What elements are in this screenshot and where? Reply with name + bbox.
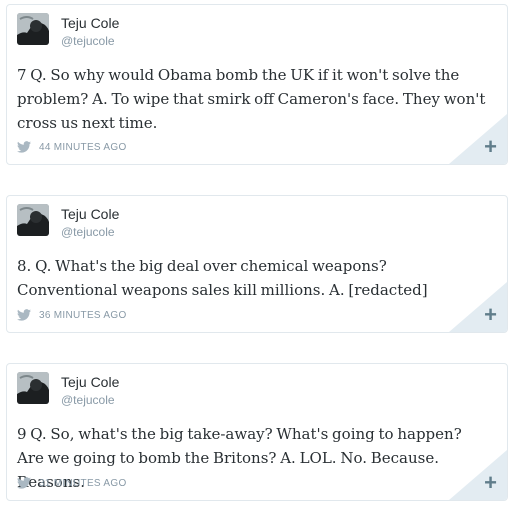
author-handle[interactable]: @tejucole: [61, 34, 115, 48]
author-handle[interactable]: @tejucole: [61, 225, 115, 239]
add-button[interactable]: +: [449, 450, 507, 500]
plus-icon: +: [484, 470, 497, 495]
author-name[interactable]: Teju Cole: [61, 374, 119, 390]
twitter-bird-icon: [17, 141, 31, 153]
twitter-bird-icon: [17, 477, 31, 489]
add-button[interactable]: +: [449, 114, 507, 164]
author-name[interactable]: Teju Cole: [61, 206, 119, 222]
avatar[interactable]: [17, 372, 49, 404]
corner-fold: [449, 114, 507, 164]
tweet-footer: 31 MINUTES AGO: [17, 476, 127, 490]
avatar[interactable]: [17, 13, 49, 45]
tweet-text: 7 Q. So why would Obama bomb the UK if i…: [17, 66, 486, 132]
tweet-card: Teju Cole @tejucole 8. Q. What's the big…: [6, 195, 508, 333]
plus-icon: +: [484, 302, 497, 327]
timestamp[interactable]: 44 MINUTES AGO: [39, 142, 127, 153]
twitter-bird-icon: [17, 309, 31, 321]
tweet-footer: 36 MINUTES AGO: [17, 308, 127, 322]
timestamp[interactable]: 31 MINUTES AGO: [39, 478, 127, 489]
author-handle[interactable]: @tejucole: [61, 393, 115, 407]
add-button[interactable]: +: [449, 282, 507, 332]
avatar[interactable]: [17, 204, 49, 236]
tweet-text: 8. Q. What's the big deal over chemical …: [17, 257, 428, 299]
author-name[interactable]: Teju Cole: [61, 15, 119, 31]
tweet-card: Teju Cole @tejucole 9 Q. So, what's the …: [6, 363, 508, 501]
timestamp[interactable]: 36 MINUTES AGO: [39, 310, 127, 321]
tweet-footer: 44 MINUTES AGO: [17, 140, 127, 154]
corner-fold: [449, 282, 507, 332]
plus-icon: +: [484, 134, 497, 159]
corner-fold: [449, 450, 507, 500]
tweet-card: Teju Cole @tejucole 7 Q. So why would Ob…: [6, 4, 508, 165]
